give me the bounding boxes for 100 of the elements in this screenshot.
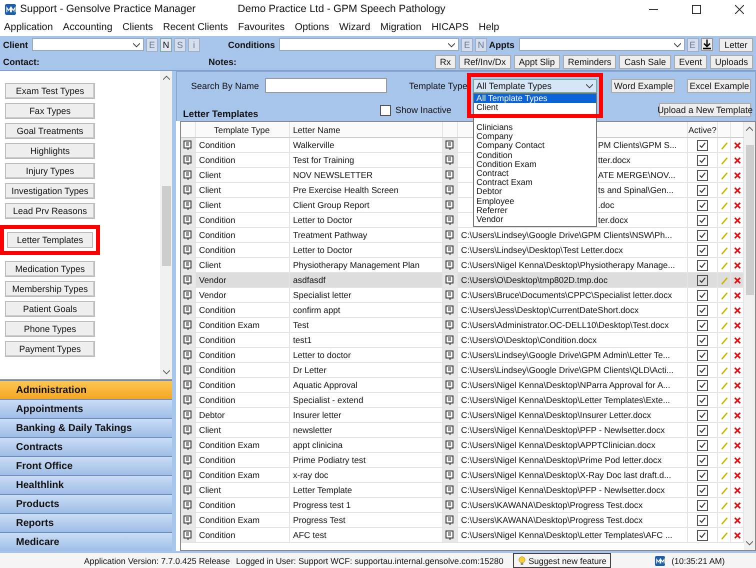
document-icon[interactable]	[183, 215, 193, 225]
module-tab[interactable]: Appointments	[0, 399, 172, 418]
document-icon[interactable]	[445, 515, 455, 525]
document-icon[interactable]	[445, 530, 455, 540]
delete-icon[interactable]	[732, 516, 742, 524]
document-icon[interactable]	[445, 380, 455, 390]
delete-icon[interactable]	[732, 260, 742, 270]
toolbar-button[interactable]: Cash Sale	[619, 54, 671, 68]
document-icon[interactable]	[445, 215, 455, 225]
dropdown-option[interactable]: Referrer	[474, 206, 596, 215]
dropdown-option[interactable]: Company Contact	[474, 141, 596, 151]
document-icon[interactable]	[183, 500, 193, 510]
settings-button[interactable]: Medication Types	[5, 261, 95, 277]
toolbar-button[interactable]: Appt Slip	[514, 54, 560, 68]
document-icon[interactable]	[445, 425, 455, 435]
menu-item[interactable]: Accounting	[62, 22, 112, 32]
document-icon[interactable]	[183, 440, 193, 450]
document-icon[interactable]	[183, 200, 193, 210]
document-icon[interactable]	[445, 365, 455, 375]
delete-icon[interactable]	[732, 396, 742, 404]
table-row[interactable]: Condition confirm appt C:\Users\Jess\Desktop\CurrentDateShort.docx	[181, 303, 744, 318]
delete-icon[interactable]	[732, 156, 742, 164]
document-icon[interactable]	[445, 350, 455, 360]
scroll-down-icon[interactable]	[746, 541, 753, 546]
active-checkbox[interactable]	[697, 214, 708, 226]
settings-button[interactable]: Letter Templates	[0, 225, 100, 255]
document-icon[interactable]	[445, 290, 455, 300]
table-row[interactable]: Condition Prime Podiatry test C:\Users\Nigel Kenna\Desktop\Prime Pod letter.docx	[181, 453, 744, 468]
document-icon[interactable]	[183, 140, 193, 150]
delete-icon[interactable]	[732, 140, 742, 150]
menu-item[interactable]: Migration	[380, 22, 422, 32]
scroll-up-icon[interactable]	[162, 75, 170, 80]
document-icon[interactable]	[445, 245, 455, 255]
delete-icon[interactable]	[732, 366, 742, 374]
dropdown-option[interactable]: All Template Types	[474, 94, 596, 103]
delete-icon[interactable]	[732, 200, 742, 210]
document-icon[interactable]	[445, 320, 455, 330]
key-button[interactable]: N	[160, 38, 172, 52]
delete-icon[interactable]	[732, 276, 742, 284]
module-tab[interactable]: Healthlink	[0, 475, 172, 494]
active-checkbox[interactable]	[697, 184, 708, 196]
document-icon[interactable]	[183, 290, 193, 300]
document-icon[interactable]	[183, 245, 193, 255]
table-row[interactable]: Debtor Insurer letter C:\Users\Nigel Kenna\Desktop\Insurer Letter.docx	[181, 408, 744, 423]
module-tab[interactable]: Contracts	[0, 437, 172, 456]
active-checkbox[interactable]	[697, 170, 708, 180]
document-icon[interactable]	[445, 395, 455, 405]
document-icon[interactable]	[445, 500, 455, 510]
delete-icon[interactable]	[732, 170, 742, 180]
menu-item[interactable]: Application	[4, 22, 53, 32]
active-checkbox[interactable]	[697, 394, 708, 406]
suggest-feature-button[interactable]: Suggest new feature	[513, 553, 612, 568]
document-icon[interactable]	[445, 275, 455, 285]
download-icon[interactable]	[700, 38, 713, 51]
document-icon[interactable]	[183, 230, 193, 240]
delete-icon[interactable]	[732, 470, 742, 480]
menu-item[interactable]: HICAPS	[431, 22, 469, 32]
delete-icon[interactable]	[732, 306, 742, 314]
toolbar-button[interactable]: Event	[674, 54, 707, 68]
menu-item[interactable]: Options	[294, 22, 330, 32]
toolbar-button[interactable]: Uploads	[710, 54, 753, 68]
dropdown-option[interactable]: Clinicians	[474, 122, 596, 132]
document-icon[interactable]	[183, 365, 193, 375]
module-tab[interactable]: Medicare	[0, 532, 172, 551]
table-row[interactable]: Client Letter Template C:\Users\Nigel Kenna\Desktop\PFP - Newlsetter.docx	[181, 483, 744, 498]
toolbar-button[interactable]: Ref/Inv/Dx	[458, 54, 511, 68]
document-icon[interactable]	[445, 335, 455, 345]
document-icon[interactable]	[183, 395, 193, 405]
table-row[interactable]: Condition Progress test 1 C:\Users\KAWANA\Desktop\Progress Test.docx	[181, 498, 744, 513]
document-icon[interactable]	[183, 275, 193, 285]
table-row[interactable]: Condition Letter to Doctor C:\Users\Lindsey\Desktop\Test Letter.docx	[181, 243, 744, 258]
active-checkbox[interactable]	[697, 514, 708, 526]
menu-item[interactable]: Recent Clients	[162, 22, 228, 32]
active-checkbox[interactable]	[697, 410, 708, 420]
document-icon[interactable]	[183, 410, 193, 420]
active-checkbox[interactable]	[697, 500, 708, 510]
active-checkbox[interactable]	[697, 230, 708, 240]
menu-item[interactable]: Clients	[122, 22, 153, 32]
document-icon[interactable]	[183, 305, 193, 315]
document-icon[interactable]	[183, 470, 193, 480]
document-icon[interactable]	[445, 230, 455, 240]
document-icon[interactable]	[183, 455, 193, 465]
table-row[interactable]: Client newsletter C:\Users\Nigel Kenna\Desktop\PFP - Newlsetter.docx	[181, 423, 744, 438]
document-icon[interactable]	[183, 485, 193, 495]
active-checkbox[interactable]	[697, 440, 708, 450]
delete-icon[interactable]	[732, 230, 742, 240]
menu-item[interactable]: Wizard	[339, 22, 370, 32]
delete-icon[interactable]	[732, 290, 742, 300]
settings-button[interactable]: Membership Types	[5, 281, 95, 297]
table-row[interactable]: Condition Exam Progress Test C:\Users\KAWANA\Desktop\Progress Test.docx	[181, 513, 744, 528]
table-row[interactable]: Vendor asdfasdf C:\Users\O\Desktop\tmp802D.tmp.doc	[181, 273, 744, 288]
active-checkbox[interactable]	[697, 260, 708, 270]
module-tab[interactable]: Reports	[0, 513, 172, 532]
delete-icon[interactable]	[732, 456, 742, 464]
upload-template-button[interactable]: Upload a New Template	[659, 103, 751, 117]
table-row[interactable]: Condition Exam x-ray doc C:\Users\Nigel Kenna\Desktop\X-Ray Doc last draft.d...	[181, 468, 744, 483]
active-checkbox[interactable]	[697, 140, 708, 150]
delete-icon[interactable]	[732, 486, 742, 494]
scroll-thumb[interactable]	[746, 145, 754, 295]
active-checkbox[interactable]	[697, 304, 708, 316]
